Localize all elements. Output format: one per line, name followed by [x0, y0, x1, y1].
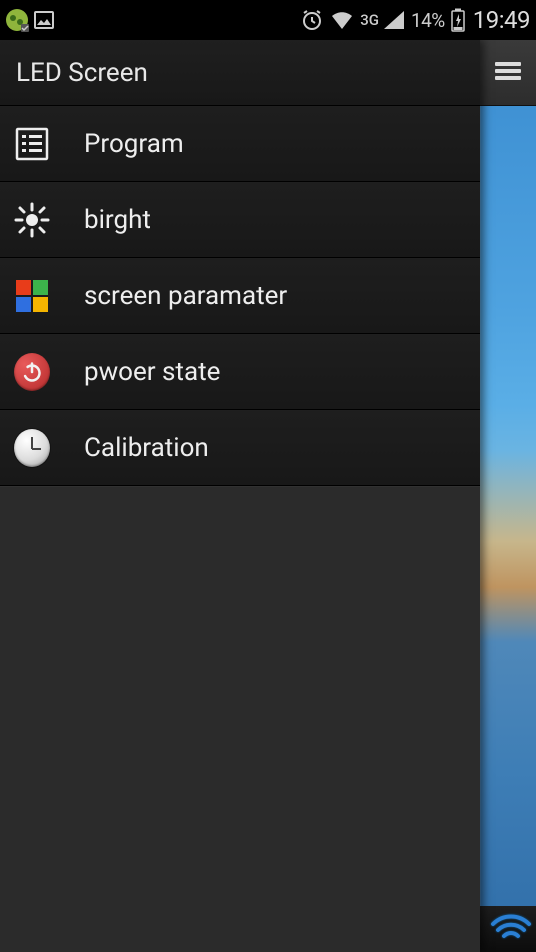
power-icon	[14, 354, 50, 390]
status-right: 3G 14% 19:49	[300, 6, 530, 34]
battery-charging-icon	[451, 8, 465, 32]
battery-percent-label: 14%	[411, 9, 445, 32]
menu-item-label: pwoer state	[84, 357, 220, 387]
wifi-icon	[330, 9, 354, 31]
background-wallpaper-strip	[480, 40, 536, 952]
wifi-status-icon	[490, 912, 532, 946]
color-grid-icon	[14, 278, 50, 314]
status-left	[4, 7, 56, 33]
navigation-drawer: LED Screen Program	[0, 40, 480, 952]
menu-item-label: screen paramater	[84, 281, 287, 311]
bottom-bar-behind	[480, 906, 536, 952]
list-icon	[14, 126, 50, 162]
menu-item-calibration[interactable]: Calibration	[0, 410, 480, 486]
gallery-notification-icon	[32, 8, 56, 32]
menu-item-label: Calibration	[84, 433, 209, 463]
hamburger-menu-icon[interactable]	[493, 59, 523, 87]
status-bar: 3G 14% 19:49	[0, 0, 536, 40]
drawer-title: LED Screen	[0, 40, 480, 106]
menu-item-brightness[interactable]: birght	[0, 182, 480, 258]
clock-icon	[14, 430, 50, 466]
signal-icon	[383, 10, 405, 30]
app-header-behind	[480, 40, 536, 106]
menu-item-program[interactable]: Program	[0, 106, 480, 182]
notification-app-icon	[4, 7, 30, 33]
drawer-empty-area	[0, 486, 480, 952]
menu-item-screen-parameter[interactable]: screen paramater	[0, 258, 480, 334]
alarm-icon	[300, 8, 324, 32]
status-clock: 19:49	[473, 6, 530, 34]
menu-item-label: birght	[84, 205, 151, 235]
drawer-menu-list: Program	[0, 106, 480, 486]
menu-item-label: Program	[84, 129, 184, 159]
menu-item-power-state[interactable]: pwoer state	[0, 334, 480, 410]
network-type-label: 3G	[360, 11, 379, 29]
brightness-icon	[14, 202, 50, 238]
drawer-title-label: LED Screen	[16, 58, 148, 88]
